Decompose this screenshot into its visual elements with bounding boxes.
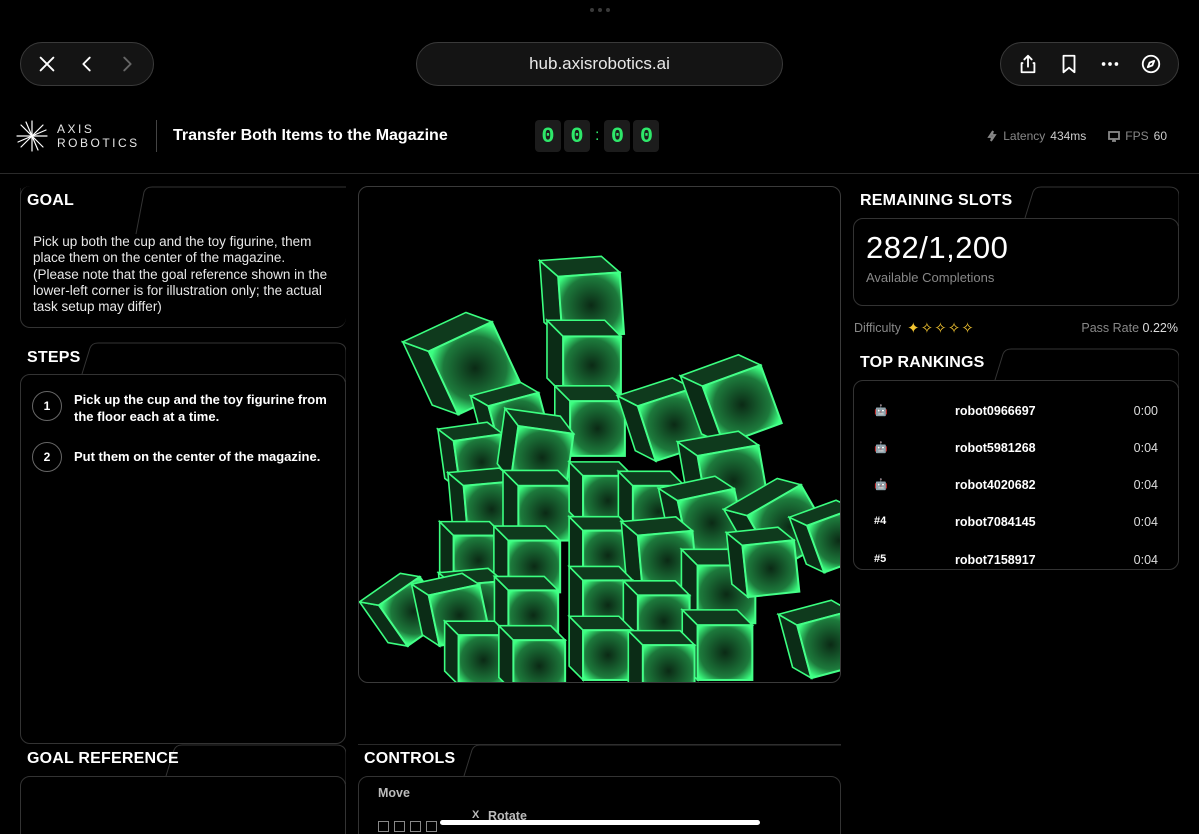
axis-logo-icon [16, 120, 48, 152]
ranking-row: #4 robot7084145 0:04 [870, 513, 1162, 533]
latency-stat: Latency 434ms [986, 129, 1086, 143]
share-icon[interactable] [1014, 50, 1042, 78]
fps-stat: FPS 60 [1108, 129, 1167, 143]
ranking-row: #5 robot7158917 0:04 [870, 551, 1162, 571]
step-text: Pick up the cup and the toy figurine fro… [74, 392, 327, 424]
key-icon[interactable] [426, 821, 437, 832]
move-keys [378, 821, 437, 832]
ranking-name: robot7084145 [955, 515, 1036, 529]
browser-actions [1000, 42, 1179, 86]
fps-label: FPS [1125, 129, 1149, 143]
compass-icon[interactable] [1137, 50, 1165, 78]
key-icon[interactable] [378, 821, 389, 832]
monitor-icon [1108, 131, 1121, 142]
ranking-time: 0:04 [1133, 515, 1158, 529]
ranking-time: 0:04 [1133, 478, 1158, 492]
robot-medal-icon: 🤖 [874, 479, 888, 491]
timer-digit: 0 [604, 120, 631, 152]
simulation-viewport[interactable] [358, 186, 841, 683]
ranking-row: 🤖 robot4020682 0:04 [870, 476, 1162, 496]
latency-label: Latency [1003, 129, 1046, 143]
lightning-icon [987, 130, 997, 142]
glowing-cube [724, 526, 801, 599]
glowing-cube [567, 614, 635, 682]
difficulty-label: Difficulty [854, 321, 902, 335]
steps-title: STEPS [27, 349, 81, 366]
ranking-row: 🤖 robot5981268 0:04 [870, 439, 1162, 459]
brand-name: AXIS ROBOTICS [57, 122, 140, 150]
timer: 0 0 : 0 0 [535, 120, 660, 152]
more-icon[interactable] [1096, 50, 1124, 78]
brand-line-2: ROBOTICS [57, 136, 140, 150]
ranking-time: 0:04 [1133, 441, 1158, 455]
timer-digit: 0 [535, 120, 561, 152]
goal-text: Pick up both the cup and the toy figurin… [33, 234, 328, 315]
forward-icon[interactable] [113, 50, 141, 78]
url-text: hub.axisrobotics.ai [529, 54, 670, 73]
remaining-slots-title: REMAINING SLOTS [860, 192, 1013, 209]
step-item: 2 Put them on the center of the magazine… [32, 442, 332, 472]
brand-line-1: AXIS [57, 122, 95, 136]
pass-rate: Pass Rate 0.22% [1081, 321, 1178, 335]
robot-medal-icon: 🤖 [874, 442, 888, 454]
latency-value: 434ms [1050, 129, 1087, 143]
app-header: AXIS ROBOTICS Transfer Both Items to the… [0, 112, 1199, 174]
ranking-name: robot5981268 [955, 441, 1036, 455]
move-label: Move [378, 786, 410, 800]
header-divider [156, 120, 157, 152]
window-grabber[interactable] [590, 8, 612, 14]
pass-rate-value: 0.22% [1142, 321, 1178, 335]
remaining-subtitle: Available Completions [866, 270, 995, 285]
rankings-title: TOP RANKINGS [860, 354, 985, 371]
step-number: 2 [32, 442, 62, 472]
timer-digit: 0 [633, 120, 660, 152]
goal-reference-panel [20, 776, 346, 834]
timer-digit: 0 [564, 120, 590, 152]
ranking-time: 0:04 [1133, 553, 1158, 567]
glowing-cube [496, 623, 568, 682]
ranking-name: robot0966697 [955, 404, 1036, 418]
key-icon[interactable] [394, 821, 405, 832]
ranking-time: 0:00 [1133, 404, 1158, 418]
step-item: 1 Pick up the cup and the toy figurine f… [32, 391, 332, 425]
controls-title: CONTROLS [364, 750, 456, 767]
key-icon[interactable] [410, 821, 421, 832]
goal-title: GOAL [27, 192, 75, 209]
browser-nav-controls [20, 42, 154, 86]
ranking-row: 🤖 robot0966697 0:00 [870, 402, 1162, 422]
difficulty-stars: ✦✧✧✧✧ [907, 320, 975, 337]
fps-value: 60 [1153, 129, 1167, 143]
back-icon[interactable] [73, 50, 101, 78]
glowing-cube [776, 599, 840, 680]
step-text: Put them on the center of the magazine. [74, 449, 321, 464]
goal-reference-title: GOAL REFERENCE [27, 750, 179, 767]
address-bar[interactable]: hub.axisrobotics.ai [416, 42, 783, 86]
remaining-count: 282/1,200 [866, 230, 1009, 265]
step-number: 1 [32, 391, 62, 421]
difficulty: Difficulty ✦✧✧✧✧ [854, 319, 975, 337]
steps-panel [20, 374, 346, 744]
ranking-name: robot4020682 [955, 478, 1036, 492]
ranking-name: robot7158917 [955, 553, 1036, 567]
task-title: Transfer Both Items to the Magazine [173, 127, 448, 144]
pass-rate-label: Pass Rate [1081, 321, 1140, 335]
glowing-cube [626, 628, 697, 682]
rank-number: #4 [874, 515, 887, 527]
rank-number: #5 [874, 553, 887, 565]
connection-stats: Latency 434ms FPS 60 [986, 129, 1167, 143]
home-indicator[interactable] [440, 820, 760, 825]
bookmark-icon[interactable] [1055, 50, 1083, 78]
cube-stack-scene [359, 255, 840, 682]
robot-medal-icon: 🤖 [874, 405, 888, 417]
glowing-cube [545, 318, 623, 397]
close-icon[interactable] [33, 50, 61, 78]
timer-separator: : [595, 127, 600, 144]
